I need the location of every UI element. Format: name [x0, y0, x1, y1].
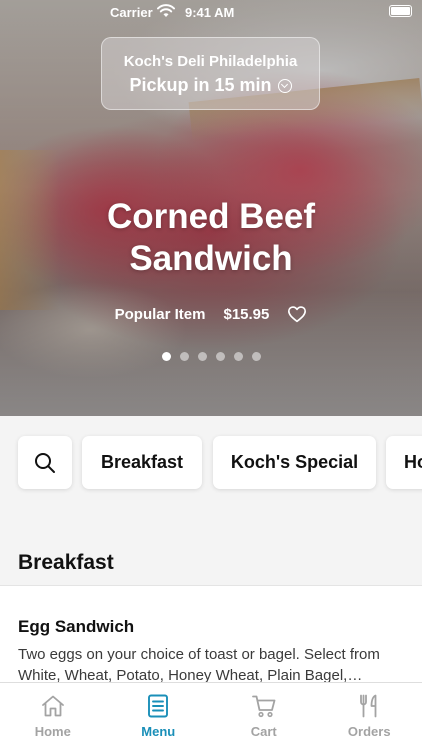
- battery-icon: [389, 5, 412, 17]
- search-button[interactable]: [18, 436, 72, 489]
- carousel-dot[interactable]: [161, 352, 171, 361]
- carousel-dot[interactable]: [251, 352, 261, 361]
- featured-item-meta: Popular Item $15.95: [0, 305, 422, 323]
- tab-cart[interactable]: Cart: [211, 683, 317, 750]
- tab-orders-label: Orders: [347, 724, 391, 739]
- category-chip-breakfast[interactable]: Breakfast: [82, 436, 202, 489]
- carousel-dot[interactable]: [215, 352, 225, 361]
- heart-icon[interactable]: [287, 305, 307, 323]
- carrier-label: Carrier: [110, 5, 153, 20]
- home-icon: [41, 695, 64, 717]
- tab-menu[interactable]: Menu: [106, 683, 212, 750]
- hero-banner[interactable]: Carrier 9:41 AM Koch's Deli Philadelphia…: [0, 0, 422, 416]
- carousel-dot[interactable]: [179, 352, 189, 361]
- tab-bar: Home Menu Cart Orders: [0, 682, 422, 750]
- tab-menu-label: Menu: [141, 724, 176, 739]
- featured-price: $15.95: [223, 305, 270, 323]
- pickup-selector[interactable]: Koch's Deli Philadelphia Pickup in 15 mi…: [101, 37, 320, 110]
- category-bar: Breakfast Koch's Special Ho: [0, 416, 422, 508]
- featured-title-line-2: Sandwich: [129, 239, 293, 278]
- popular-badge: Popular Item: [114, 305, 206, 323]
- status-bar: Carrier 9:41 AM: [0, 0, 422, 24]
- orders-icon: [360, 694, 377, 718]
- clock: 9:41 AM: [185, 5, 235, 20]
- menu-section-header: Breakfast: [0, 508, 422, 586]
- tab-home[interactable]: Home: [0, 683, 106, 750]
- pickup-time-row: Pickup in 15 min: [102, 75, 319, 96]
- pickup-time: Pickup in 15 min: [129, 75, 272, 95]
- section-title: Breakfast: [18, 551, 114, 574]
- category-chip-kochs-special[interactable]: Koch's Special: [213, 436, 376, 489]
- cart-icon: [251, 695, 276, 718]
- tab-home-label: Home: [34, 724, 71, 739]
- carousel-dot[interactable]: [197, 352, 207, 361]
- category-chip-partial[interactable]: Ho: [386, 436, 422, 489]
- featured-item-title: Corned Beef Sandwich: [0, 196, 422, 280]
- menu-item[interactable]: Egg Sandwich Two eggs on your choice of …: [0, 586, 422, 686]
- chevron-down-circle-icon: [277, 78, 292, 93]
- store-name: Koch's Deli Philadelphia: [123, 53, 298, 70]
- carousel-dot[interactable]: [233, 352, 243, 361]
- tab-orders[interactable]: Orders: [317, 683, 422, 750]
- menu-item-description: Two eggs on your choice of toast or bage…: [18, 646, 380, 684]
- carousel-dots[interactable]: [0, 352, 422, 361]
- wifi-icon: [157, 4, 175, 17]
- menu-icon: [148, 694, 169, 718]
- menu-item-name: Egg Sandwich: [18, 617, 135, 636]
- featured-title-line-1: Corned Beef: [106, 197, 316, 236]
- tab-cart-label: Cart: [250, 724, 277, 739]
- search-icon: [35, 452, 55, 473]
